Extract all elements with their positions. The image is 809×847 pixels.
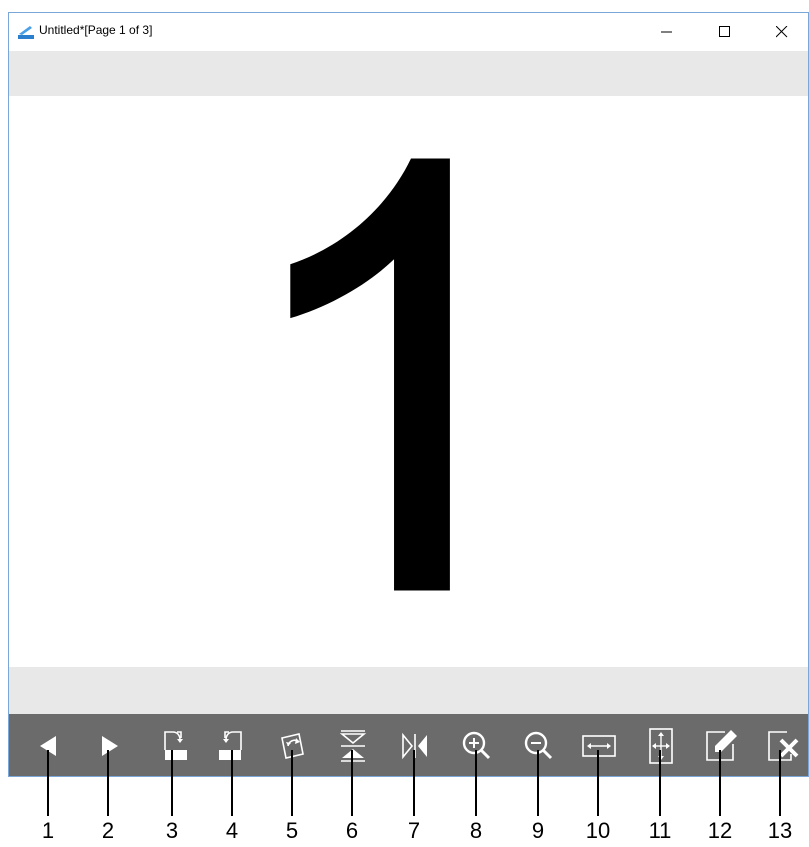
callout-number: 11 (648, 818, 672, 843)
callout-number: 4 (225, 818, 239, 843)
page-content-digit (290, 158, 450, 591)
flip-vertical-button[interactable] (325, 714, 381, 776)
page-view[interactable] (9, 96, 808, 667)
callout-number: 1 (41, 818, 55, 843)
rotate-180-button[interactable] (265, 714, 321, 776)
close-button[interactable] (754, 13, 808, 51)
callout-number: 7 (407, 818, 421, 843)
rotate-right-button[interactable] (145, 714, 201, 776)
delete-page-icon (768, 731, 799, 761)
zoom-in-icon (462, 731, 491, 760)
callout-number: 5 (285, 818, 299, 843)
previous-page-icon (40, 736, 56, 756)
flip-horizontal-icon (402, 732, 427, 760)
close-icon (776, 26, 788, 38)
rotate-180-icon (281, 733, 304, 759)
fit-width-icon (582, 735, 616, 757)
flip-vertical-icon (339, 730, 367, 762)
viewer-toolbar (9, 714, 808, 776)
page-top-margin (9, 51, 808, 96)
next-page-button[interactable] (81, 714, 137, 776)
delete-page-button[interactable] (753, 714, 808, 776)
zoom-out-button[interactable] (511, 714, 567, 776)
callout-number: 9 (531, 818, 545, 843)
minimize-icon (661, 31, 672, 33)
fit-page-button[interactable] (633, 714, 689, 776)
callout-number: 13 (767, 818, 793, 843)
edit-icon (706, 730, 737, 761)
maximize-button[interactable] (697, 13, 753, 51)
callout-number: 6 (345, 818, 359, 843)
callout-number: 8 (469, 818, 483, 843)
viewer-window: Untitled*[Page 1 of 3] (8, 12, 809, 777)
rotate-left-button[interactable] (205, 714, 261, 776)
callout-number: 3 (165, 818, 179, 843)
zoom-out-icon (524, 731, 553, 760)
previous-page-button[interactable] (21, 714, 77, 776)
scanner-app-icon (18, 26, 34, 39)
page-bottom-margin (9, 667, 808, 714)
fit-page-icon (649, 728, 673, 764)
maximize-icon (719, 26, 730, 37)
fit-width-button[interactable] (571, 714, 627, 776)
edit-button[interactable] (693, 714, 749, 776)
zoom-in-button[interactable] (449, 714, 505, 776)
callout-number: 2 (101, 818, 115, 843)
rotate-right-icon (164, 731, 187, 760)
minimize-button[interactable] (639, 13, 695, 51)
flip-horizontal-button[interactable] (387, 714, 443, 776)
callout-number: 12 (707, 818, 733, 843)
callout-number: 10 (585, 818, 611, 843)
rotate-left-icon (219, 731, 242, 760)
next-page-icon (102, 736, 118, 756)
title-bar: Untitled*[Page 1 of 3] (9, 13, 808, 51)
window-title: Untitled*[Page 1 of 3] (39, 23, 153, 37)
